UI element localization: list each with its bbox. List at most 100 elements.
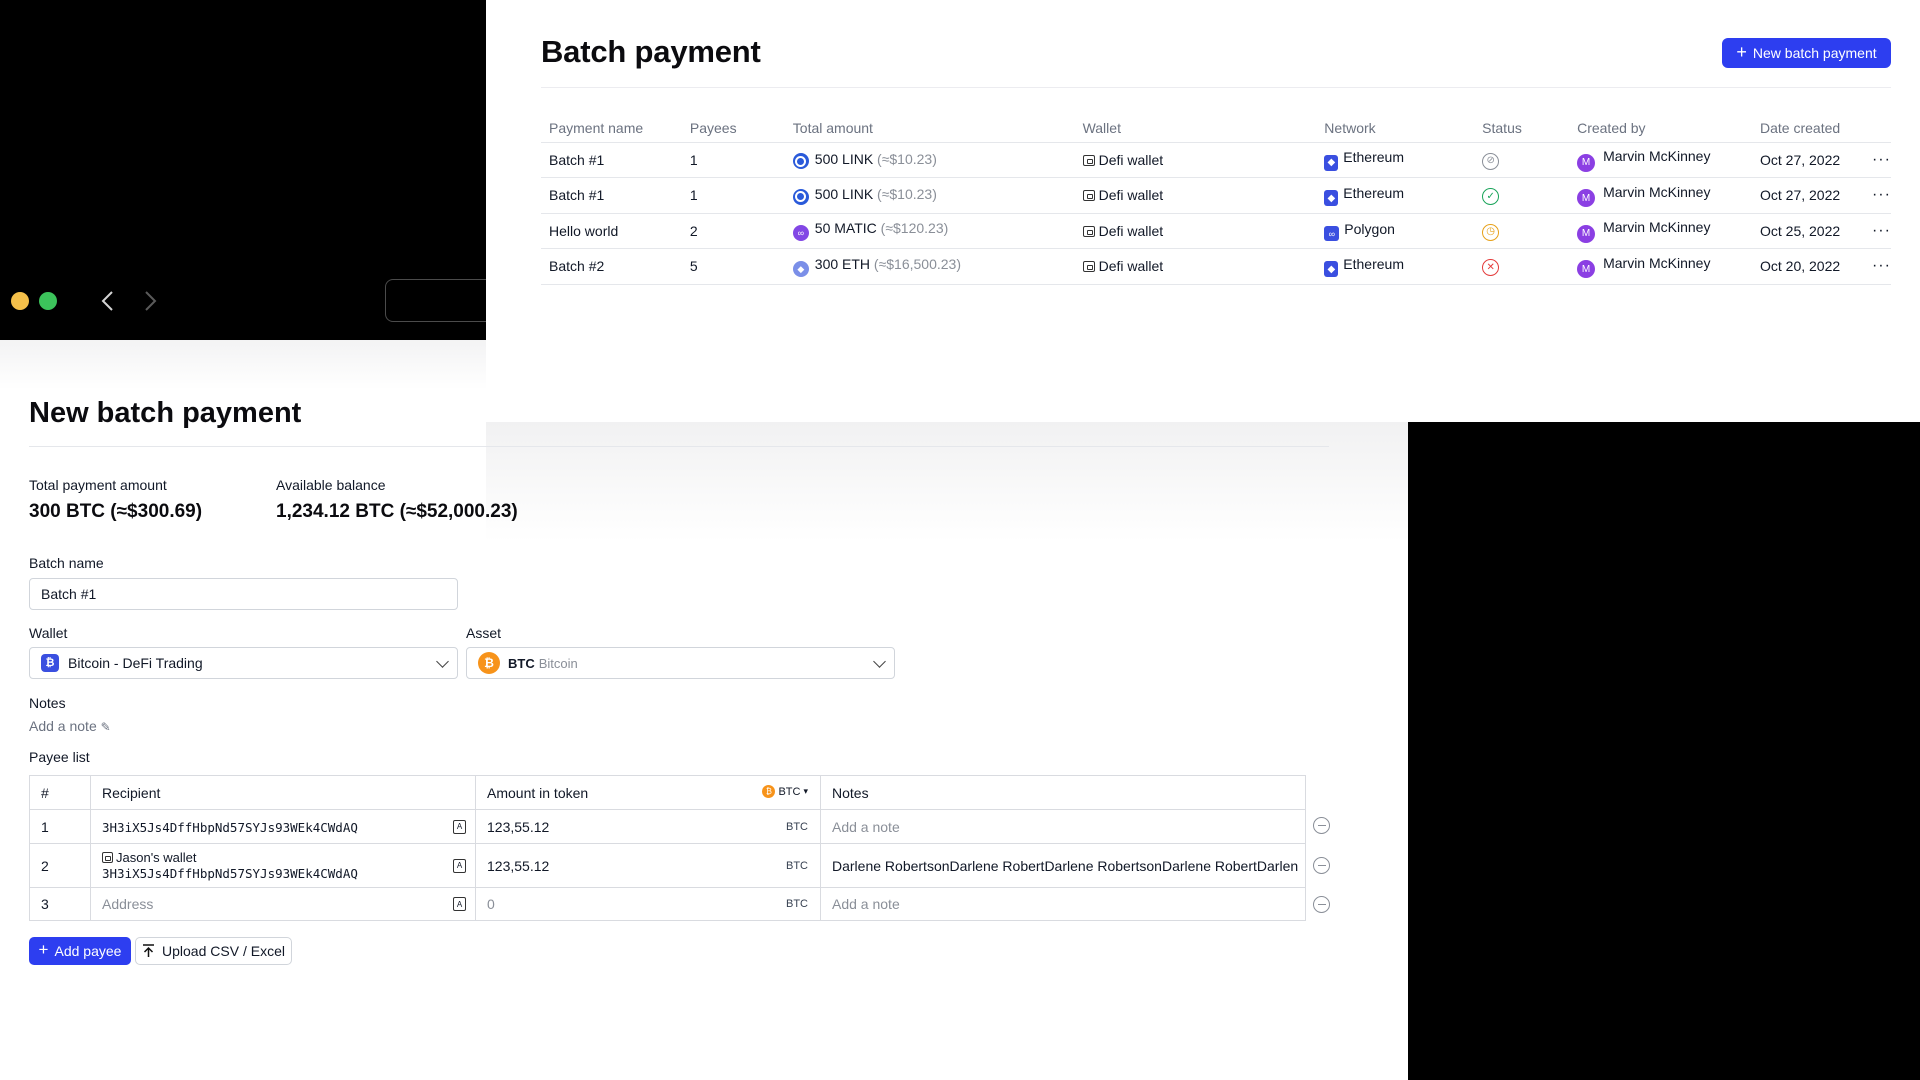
note-cell[interactable]: Darlene RobertsonDarlene RobertDarlene R… bbox=[820, 843, 1306, 888]
polygon-matic-icon: ∞ bbox=[792, 225, 809, 242]
window-minimize-dot[interactable] bbox=[11, 292, 29, 310]
divider bbox=[29, 446, 1329, 447]
wallet-icon bbox=[1082, 154, 1095, 166]
table-row[interactable]: Batch #2 5 ◆ 300 ETH (≈$16,500.23) Defi w… bbox=[541, 248, 1891, 285]
wallet-cell: Defi wallet bbox=[1074, 213, 1317, 249]
window-maximize-dot[interactable] bbox=[39, 292, 57, 310]
note-value: Darlene RobertsonDarlene RobertDarlene R… bbox=[832, 857, 1299, 874]
date-created: Oct 25, 2022 bbox=[1752, 213, 1864, 249]
column-header[interactable]: Total amount bbox=[784, 114, 1075, 143]
amount-unit: BTC bbox=[786, 898, 808, 910]
status-cell: ◷ bbox=[1474, 213, 1570, 249]
remove-row-icon[interactable] bbox=[1313, 857, 1330, 874]
column-header[interactable]: Created by bbox=[1569, 114, 1752, 143]
back-arrow-icon[interactable] bbox=[94, 288, 120, 314]
column-header[interactable]: Status bbox=[1474, 114, 1570, 143]
amount-cell[interactable]: 123,55.12 BTC bbox=[475, 843, 821, 888]
network-name: Ethereum bbox=[1343, 184, 1404, 201]
network-cell: ◆ Ethereum bbox=[1316, 177, 1475, 214]
more-options-icon[interactable]: ··· bbox=[1863, 248, 1891, 285]
status-waiting-icon: ◷ bbox=[1482, 223, 1500, 241]
network-cell: ◆ Ethereum bbox=[1316, 248, 1475, 285]
pencil-icon: ✎ bbox=[100, 720, 111, 734]
column-header[interactable]: Payment name bbox=[541, 114, 682, 143]
payment-name: Batch #1 bbox=[541, 142, 682, 178]
add-note-link[interactable]: Add a note ✎ bbox=[29, 718, 111, 734]
batch-name-input[interactable]: Batch #1 bbox=[29, 578, 458, 610]
column-header-amount: Amount in token ₿ BTC ▾ bbox=[475, 775, 821, 810]
row-number: 2 bbox=[29, 843, 91, 888]
divider bbox=[541, 87, 1891, 88]
payees-count: 2 bbox=[681, 213, 785, 249]
remove-row-icon[interactable] bbox=[1313, 896, 1330, 913]
amount-cell[interactable]: 0 BTC bbox=[475, 887, 821, 921]
upload-csv-button[interactable]: Upload CSV / Excel bbox=[135, 937, 292, 965]
available-balance-label: Available balance bbox=[276, 477, 386, 493]
creator-name: Marvin McKinney bbox=[1603, 219, 1711, 235]
add-payee-button[interactable]: + Add payee bbox=[29, 937, 131, 965]
table-row[interactable]: Batch #1 1 500 LINK (≈$10.23) Defi walle… bbox=[541, 142, 1891, 178]
amount-approx: (≈$120.23) bbox=[880, 220, 949, 237]
new-batch-payment-button[interactable]: + New batch payment bbox=[1722, 38, 1891, 68]
asset-name: Bitcoin bbox=[538, 655, 578, 671]
created-by-cell: M Marvin McKinney bbox=[1569, 177, 1752, 214]
wallet-name: Defi wallet bbox=[1098, 187, 1164, 204]
note-cell[interactable]: Add a note bbox=[820, 887, 1306, 921]
note-placeholder: Add a note bbox=[832, 818, 900, 835]
amount-approx: (≈$10.23) bbox=[877, 186, 937, 202]
wallet-icon bbox=[1082, 190, 1095, 202]
remove-row-icon[interactable] bbox=[1313, 817, 1330, 834]
wallet-name: Defi wallet bbox=[1098, 151, 1164, 168]
ethereum-icon: ◆ bbox=[1324, 190, 1339, 206]
amount-value: 300 ETH bbox=[814, 255, 871, 272]
forward-arrow-icon[interactable] bbox=[138, 288, 164, 314]
amount-cell[interactable]: 123,55.12 BTC bbox=[475, 809, 821, 844]
column-header[interactable]: Network bbox=[1316, 114, 1475, 143]
chevron-down-icon: ▾ bbox=[803, 786, 808, 796]
ethereum-icon: ◆ bbox=[1324, 261, 1339, 277]
payee-row: 3 Address A 0 BTC Add a note bbox=[29, 887, 1306, 921]
polygon-icon: ∞ bbox=[1324, 226, 1340, 241]
ethereum-coin-icon: ◆ bbox=[792, 261, 809, 277]
payees-count: 1 bbox=[681, 177, 785, 214]
column-header[interactable]: Wallet bbox=[1074, 114, 1317, 143]
address-bar[interactable] bbox=[385, 279, 495, 322]
more-options-icon[interactable]: ··· bbox=[1863, 213, 1891, 249]
avatar: M bbox=[1577, 260, 1596, 278]
amount-value: 123,55.12 bbox=[487, 857, 550, 874]
table-row[interactable]: Hello world 2 ∞ 50 MATIC (≈$120.23) Defi … bbox=[541, 213, 1891, 249]
wallet-icon bbox=[1082, 261, 1095, 273]
column-header[interactable]: Date created bbox=[1752, 114, 1864, 143]
date-created: Oct 27, 2022 bbox=[1752, 177, 1864, 214]
amount-value: 123,55.12 bbox=[487, 818, 550, 835]
amount-placeholder: 0 bbox=[487, 896, 495, 912]
more-options-icon[interactable]: ··· bbox=[1863, 142, 1891, 178]
payment-name: Hello world bbox=[541, 213, 682, 249]
asset-select[interactable]: ₿ BTC Bitcoin bbox=[466, 647, 895, 679]
recipient-cell[interactable]: Jason's wallet 3H3iX5Js4DffHbpNd57SYJs93… bbox=[90, 843, 476, 888]
column-header[interactable]: Payees bbox=[681, 114, 785, 143]
status-cell: ✕ bbox=[1474, 248, 1570, 285]
recipient-cell[interactable]: 3H3iX5Js4DffHbpNd57SYJs93WEk4CWdAQ A bbox=[90, 809, 476, 844]
table-row[interactable]: Batch #1 1 500 LINK (≈$10.23) Defi walle… bbox=[541, 177, 1891, 214]
status-failed-icon: ✕ bbox=[1482, 259, 1500, 276]
more-options-icon[interactable]: ··· bbox=[1863, 177, 1891, 214]
wallet-name: Jason's wallet bbox=[116, 849, 197, 865]
address-book-icon[interactable]: A bbox=[453, 819, 466, 834]
upload-label: Upload CSV / Excel bbox=[162, 943, 285, 959]
add-note-text: Add a note bbox=[29, 718, 97, 734]
total-amount: 500 LINK (≈$10.23) bbox=[784, 177, 1075, 214]
address-book-icon[interactable]: A bbox=[453, 897, 466, 911]
token-selector[interactable]: ₿ BTC ▾ bbox=[762, 785, 808, 798]
payment-name: Batch #2 bbox=[541, 248, 682, 285]
plus-icon: + bbox=[38, 940, 49, 959]
bitcoin-icon: ₿ bbox=[762, 785, 776, 798]
notes-label: Notes bbox=[29, 695, 66, 711]
plus-icon: + bbox=[1736, 42, 1747, 62]
recipient-cell[interactable]: Address A bbox=[90, 887, 476, 921]
note-cell[interactable]: Add a note bbox=[820, 809, 1306, 844]
asset-symbol: BTC bbox=[508, 655, 535, 671]
amount-approx: (≈$10.23) bbox=[877, 150, 937, 167]
address-book-icon[interactable]: A bbox=[453, 858, 466, 873]
wallet-select[interactable]: ₿ Bitcoin - DeFi Trading bbox=[29, 647, 458, 679]
